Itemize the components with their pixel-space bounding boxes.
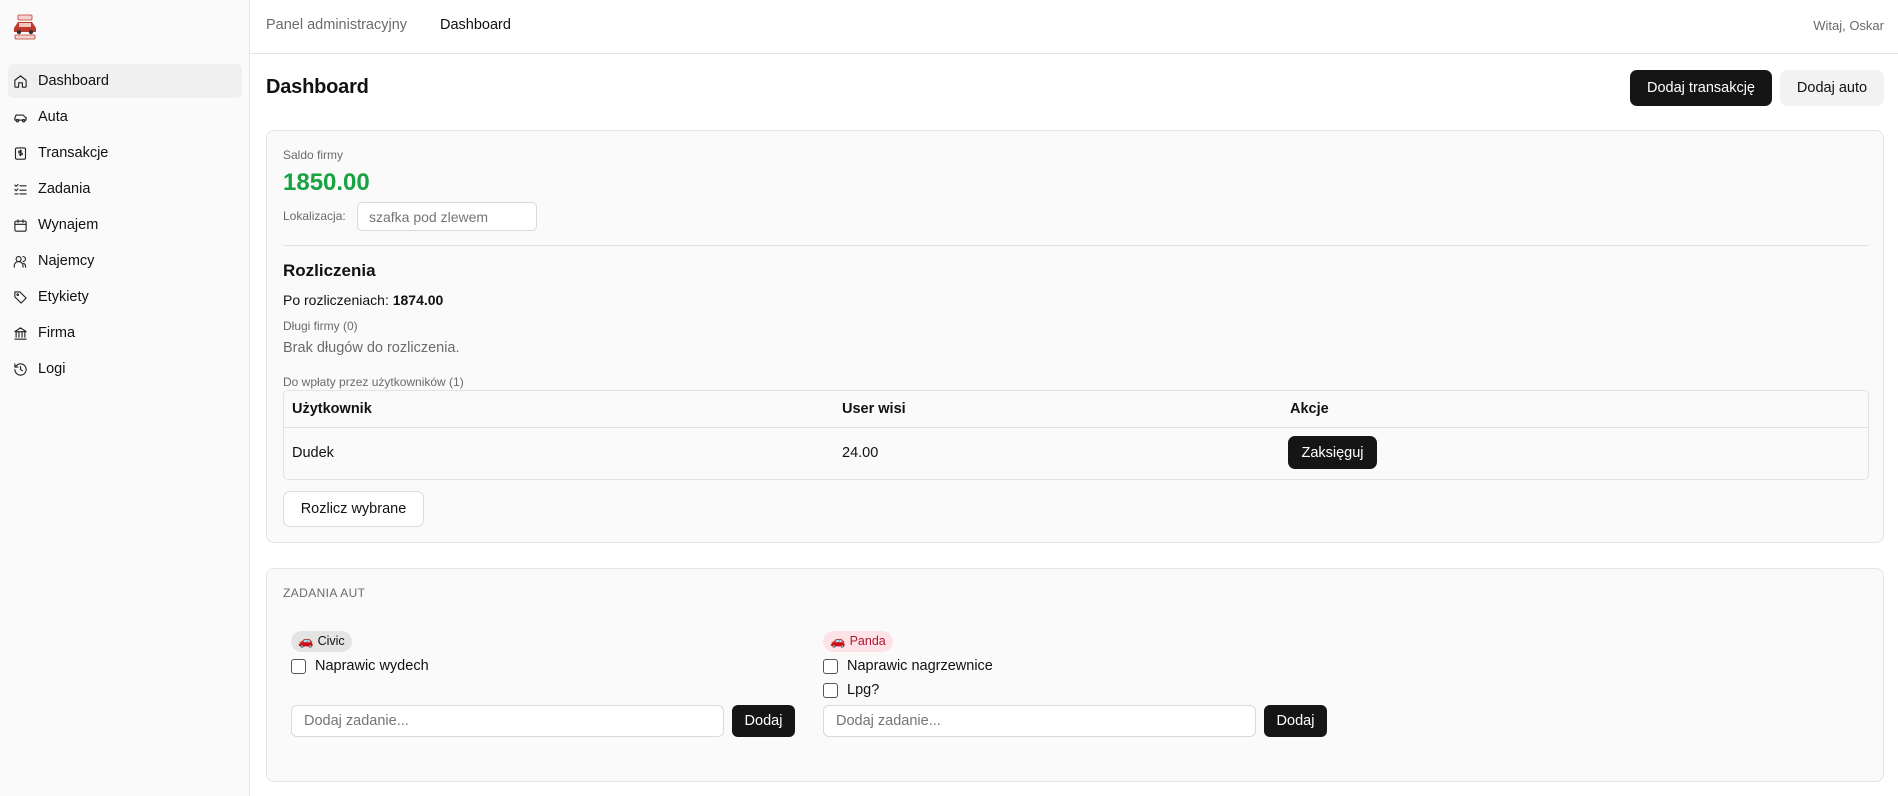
task-checkbox[interactable] <box>823 682 838 698</box>
sidebar-nav: Dashboard Auta Transakcje Zadania Wynaje… <box>8 64 242 388</box>
divider <box>283 245 1869 246</box>
sidebar-item-label: Transakcje <box>38 145 109 161</box>
task-item[interactable]: Lpg? <box>823 682 879 698</box>
topbar: Panel administracyjny Dashboard Witaj, O… <box>250 0 1898 54</box>
breadcrumb-admin-panel[interactable]: Panel administracyjny <box>266 17 407 33</box>
after-settlements-label: Po rozliczeniach: <box>283 292 389 308</box>
car-name: Panda <box>849 634 886 648</box>
page-title: Dashboard <box>266 76 369 98</box>
task-label: Lpg? <box>847 682 880 698</box>
sidebar-item-label: Wynajem <box>38 217 99 233</box>
task-label: Naprawic wydech <box>315 658 429 674</box>
settle-selected-button[interactable]: Rozlicz wybrane <box>283 491 424 527</box>
column-header-amount: User wisi <box>842 401 906 417</box>
car-task-column-panda: 🚗 Panda Naprawic nagrzewnice Lpg? Dodaj <box>823 631 1328 761</box>
settlements-title: Rozliczenia <box>283 261 376 280</box>
task-item[interactable]: Naprawic nagrzewnice <box>823 658 993 674</box>
sidebar-item-label: Auta <box>38 109 68 125</box>
post-button[interactable]: Zaksięguj <box>1288 436 1377 469</box>
sidebar-item-label: Firma <box>38 325 76 341</box>
table-row: Dudek 24.00 Zaksięguj <box>284 428 1868 479</box>
sidebar-item-label: Najemcy <box>38 253 95 269</box>
car-icon <box>12 109 28 125</box>
sidebar-item-auta[interactable]: Auta <box>8 100 242 134</box>
receipt-icon <box>12 145 28 161</box>
car-task-column-civic: 🚗 Civic Naprawic wydech Dodaj <box>291 631 796 761</box>
add-task-button[interactable]: Dodaj <box>732 705 795 737</box>
column-header-user: Użytkownik <box>292 401 372 417</box>
balance-card: Saldo firmy 1850.00 Lokalizacja: Rozlicz… <box>266 130 1884 543</box>
payments-table: Użytkownik User wisi Akcje Dudek 24.00 Z… <box>283 390 1869 480</box>
car-tasks-title: ZADANIA AUT <box>283 586 366 600</box>
user-greeting: Witaj, Oskar <box>1813 18 1884 33</box>
after-settlements-value: 1874.00 <box>392 292 444 308</box>
car-tasks-card: ZADANIA AUT 🚗 Civic Naprawic wydech Dodaj… <box>266 568 1884 782</box>
to-pay-label: Do wpłaty przez użytkowników (1) <box>283 375 464 389</box>
users-icon <box>12 253 28 269</box>
row-user: Dudek <box>292 445 334 461</box>
car-emoji-icon: 🚗 <box>830 634 846 648</box>
column-header-actions: Akcje <box>1290 401 1329 417</box>
car-badge-civic[interactable]: 🚗 Civic <box>291 631 352 652</box>
breadcrumb-dashboard[interactable]: Dashboard <box>440 17 511 33</box>
add-task-input[interactable] <box>823 705 1256 737</box>
sidebar-item-label: Dashboard <box>38 73 109 89</box>
company-logo-icon[interactable] <box>12 13 38 41</box>
sidebar-item-label: Zadania <box>38 181 91 197</box>
table-header: Użytkownik User wisi Akcje <box>284 391 1868 428</box>
bank-icon <box>12 325 28 341</box>
sidebar-item-transakcje[interactable]: Transakcje <box>8 136 242 170</box>
sidebar-item-najemcy[interactable]: Najemcy <box>8 244 242 278</box>
add-task-input[interactable] <box>291 705 724 737</box>
location-input[interactable] <box>357 202 537 231</box>
location-label: Lokalizacja: <box>283 209 346 223</box>
task-checkbox[interactable] <box>823 658 838 674</box>
tag-icon <box>12 289 28 305</box>
sidebar-item-firma[interactable]: Firma <box>8 316 242 350</box>
sidebar-item-zadania[interactable]: Zadania <box>8 172 242 206</box>
task-item[interactable]: Naprawic wydech <box>291 658 429 674</box>
sidebar-item-logi[interactable]: Logi <box>8 352 242 386</box>
sidebar-item-dashboard[interactable]: Dashboard <box>8 64 242 98</box>
no-debts-text: Brak długów do rozliczenia. <box>283 340 460 356</box>
add-transaction-button[interactable]: Dodaj transakcję <box>1630 70 1772 106</box>
sidebar-item-wynajem[interactable]: Wynajem <box>8 208 242 242</box>
task-list-icon <box>12 181 28 197</box>
sidebar: Dashboard Auta Transakcje Zadania Wynaje… <box>0 0 250 796</box>
car-badge-panda[interactable]: 🚗 Panda <box>823 631 893 652</box>
row-amount: 24.00 <box>842 445 879 461</box>
company-debts-label: Długi firmy (0) <box>283 319 358 333</box>
balance-label: Saldo firmy <box>283 148 344 162</box>
car-name: Civic <box>317 634 345 648</box>
sidebar-item-label: Etykiety <box>38 289 89 305</box>
home-icon <box>12 73 28 89</box>
task-checkbox[interactable] <box>291 658 306 674</box>
history-icon <box>12 361 28 377</box>
sidebar-item-label: Logi <box>38 361 66 377</box>
balance-value: 1850.00 <box>283 169 370 196</box>
after-settlements: Po rozliczeniach: 1874.00 <box>283 292 443 308</box>
car-emoji-icon: 🚗 <box>298 634 314 648</box>
add-car-button[interactable]: Dodaj auto <box>1780 70 1884 106</box>
add-task-button[interactable]: Dodaj <box>1264 705 1327 737</box>
task-label: Naprawic nagrzewnice <box>847 658 993 674</box>
sidebar-item-etykiety[interactable]: Etykiety <box>8 280 242 314</box>
calendar-icon <box>12 217 28 233</box>
